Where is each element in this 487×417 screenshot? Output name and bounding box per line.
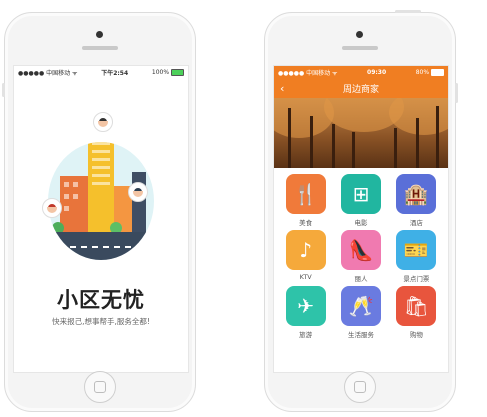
top-button — [395, 10, 421, 13]
front-camera — [96, 31, 103, 38]
battery-percent: 100% — [151, 68, 170, 76]
power-button — [455, 83, 458, 103]
carrier-signal: ●●●●● 中国移动 ᯤ — [18, 69, 78, 77]
status-bar: ●●●●● 中国移动 ᯤ 09:30 80% — [274, 66, 448, 78]
wine-glasses-icon: 🥂 — [340, 286, 381, 326]
resident-avatar-icon — [93, 112, 113, 132]
dark-building — [132, 172, 146, 232]
category-item[interactable]: 🍴 美食 — [278, 174, 333, 227]
category-item[interactable]: 👠 丽人 — [333, 230, 388, 283]
status-time: 09:30 — [367, 68, 387, 76]
home-button[interactable] — [344, 371, 376, 403]
film-reel-icon: ⊞ — [340, 174, 381, 214]
page-title: 周边商家 — [342, 84, 379, 95]
splash-screen: ●●●●● 中国移动 ᯤ 下午2:54 100% 小区无忧 快来报己,想事帮手,… — [13, 65, 189, 373]
right-phone-frame: ●●●●● 中国移动 ᯤ 09:30 80% ‹ 周边商家 🍴 美食 ⊞ 电影 🏨 酒店 ♪… — [264, 10, 458, 412]
road-markings — [48, 246, 154, 248]
yellow-tower — [88, 142, 114, 232]
community-illustration — [42, 112, 154, 262]
category-label: 生活服务 — [347, 331, 374, 339]
front-camera — [356, 31, 363, 38]
nearby-merchants-screen: ●●●●● 中国移动 ᯤ 09:30 80% ‹ 周边商家 🍴 美食 ⊞ 电影 🏨 酒店 ♪… — [273, 65, 449, 373]
category-label: KTV — [299, 273, 312, 281]
music-note-icon: ♪ — [285, 230, 326, 270]
ticket-icon: 🎫 — [396, 230, 437, 270]
status-time: 下午2:54 — [101, 69, 129, 77]
resident-avatar-icon — [128, 182, 148, 202]
airplane-icon: ✈ — [285, 286, 326, 326]
category-label: 美食 — [299, 219, 313, 227]
category-item[interactable]: 🏨 酒店 — [389, 174, 444, 227]
battery-icon — [171, 68, 184, 76]
battery-icon — [430, 68, 444, 76]
category-item[interactable]: 🎫 景点门票 — [389, 230, 444, 283]
battery-percent: 80% — [415, 68, 430, 76]
home-button[interactable] — [84, 371, 116, 403]
left-phone-frame: ●●●●● 中国移动 ᯤ 下午2:54 100% 小区无忧 快来报己,想事帮手,… — [2, 12, 196, 412]
category-label: 电影 — [354, 219, 368, 227]
app-slogan: 快来报己,想事帮手,服务全都! — [52, 317, 150, 326]
category-label: 旅游 — [299, 331, 313, 339]
category-item[interactable]: ♪ KTV — [278, 230, 333, 282]
banner-image[interactable] — [274, 98, 448, 168]
category-item[interactable]: 🛍 购物 — [389, 286, 444, 339]
mute-switch — [2, 83, 5, 97]
category-item[interactable]: ✈ 旅游 — [278, 286, 333, 339]
category-label: 景点门票 — [403, 275, 430, 283]
category-item[interactable]: 🥂 生活服务 — [333, 286, 388, 339]
earpiece-speaker — [342, 46, 378, 50]
carrier-signal: ●●●●● 中国移动 ᯤ — [278, 69, 338, 77]
category-label: 丽人 — [354, 275, 368, 283]
category-item[interactable]: ⊞ 电影 — [333, 174, 388, 227]
battery-indicator: 100% — [151, 68, 184, 76]
category-grid: 🍴 美食 ⊞ 电影 🏨 酒店 ♪ KTV 👠 丽人 🎫 景点门票 ✈ 旅游 🥂 生活服务 🛍 购物 — [274, 168, 448, 339]
status-bar: ●●●●● 中国移动 ᯤ 下午2:54 100% — [14, 66, 188, 78]
shopping-bag-icon: 🛍 — [396, 286, 437, 326]
high-heel-icon: 👠 — [340, 230, 381, 270]
resident-avatar-icon — [42, 198, 62, 218]
battery-indicator: 80% — [415, 68, 444, 76]
hotel-icon: 🏨 — [396, 174, 437, 214]
category-label: 购物 — [409, 331, 423, 339]
category-label: 酒店 — [409, 219, 423, 227]
back-arrow-icon[interactable]: ‹ — [280, 82, 284, 95]
nav-bar: ‹ 周边商家 — [274, 78, 448, 98]
orange-building — [60, 176, 88, 232]
cutlery-icon: 🍴 — [285, 174, 326, 214]
app-name: 小区无忧 — [57, 288, 145, 312]
earpiece-speaker — [82, 46, 118, 50]
